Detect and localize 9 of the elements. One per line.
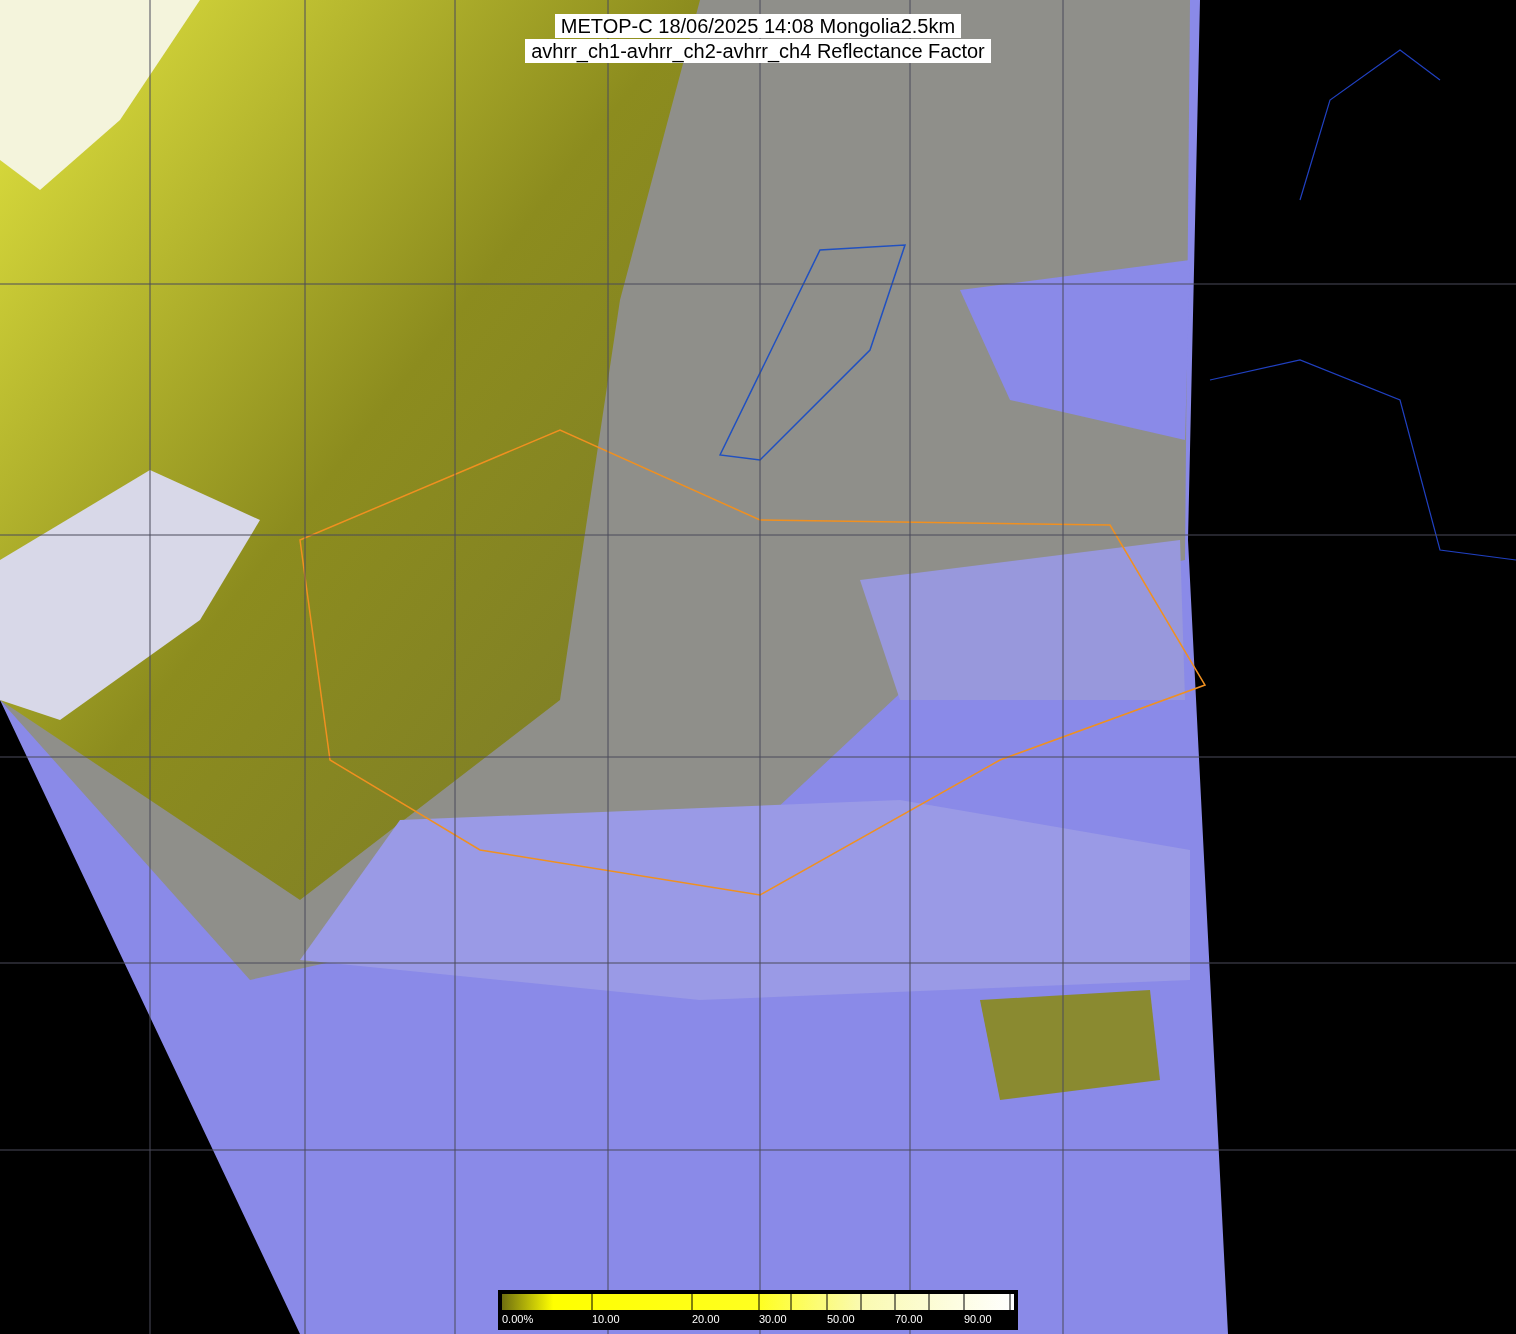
colorbar-tick-label: 50.00 [827, 1312, 856, 1326]
colorbar-tick-label: 70.00 [895, 1312, 924, 1326]
colorbar-tick-label: 10.00 [592, 1312, 621, 1326]
colorbar-tick-label: 0.00% [502, 1312, 535, 1326]
colorbar-tick-label: 30.00 [759, 1312, 788, 1326]
map-title: METOP-C 18/06/2025 14:08 Mongolia2.5km [554, 14, 962, 38]
map-title: avhrr_ch1-avhrr_ch2-avhrr_ch4 Reflectance Factor [525, 39, 991, 63]
colorbar-tick-label: 90.00 [964, 1312, 993, 1326]
colorbar-tick-label: 20.00 [692, 1312, 721, 1326]
